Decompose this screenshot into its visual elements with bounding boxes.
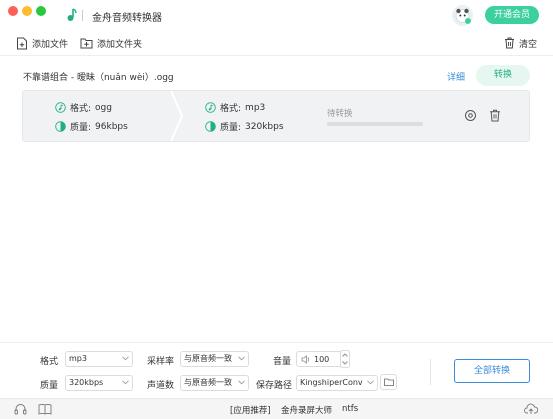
add-file-label: 添加文件 xyxy=(32,39,69,50)
book-icon[interactable] xyxy=(38,403,52,415)
quality-icon xyxy=(205,121,216,132)
source-format-label: 格式: xyxy=(70,104,92,114)
quality-label: 质量 xyxy=(40,381,59,391)
recommend-app-link[interactable]: 金舟录屏大师 xyxy=(281,404,332,416)
quality-icon xyxy=(55,121,66,132)
quality-select-value: 320kbps xyxy=(69,378,104,387)
status-text: 待转换 xyxy=(327,109,353,119)
source-quality-row: 质量: 96kbps xyxy=(55,120,128,133)
minimize-window-button[interactable] xyxy=(22,6,32,16)
target-quality-row[interactable]: 质量: 320kbps xyxy=(205,120,284,133)
volume-input[interactable]: 100 xyxy=(296,351,344,367)
output-settings-panel: 格式 mp3 质量 320kbps 采样率 与原音频一致 声道数 与原音频一致 … xyxy=(0,342,553,398)
format-select-value: mp3 xyxy=(69,354,87,363)
convert-all-button[interactable]: 全部转换 xyxy=(454,359,530,383)
target-format-row[interactable]: 格式: mp3 xyxy=(205,101,265,114)
footer-bar: [应用推荐] 金舟录屏大师 ntfs xyxy=(0,398,553,419)
savepath-select[interactable]: KingshiperConvert xyxy=(296,375,378,391)
source-format-value: ogg xyxy=(95,102,112,113)
format-select[interactable]: mp3 xyxy=(65,351,133,367)
target-quality-value: 320kbps xyxy=(245,121,284,132)
savepath-label: 保存路径 xyxy=(256,381,293,391)
target-format-value: mp3 xyxy=(245,102,266,113)
ntfs-link[interactable]: ntfs xyxy=(342,404,358,414)
speaker-icon xyxy=(301,354,311,364)
music-note-icon xyxy=(205,102,216,113)
format-label: 格式 xyxy=(40,357,59,367)
volume-stepper[interactable] xyxy=(340,350,350,368)
folder-icon xyxy=(383,378,394,386)
source-quality-value: 96kbps xyxy=(95,121,128,132)
volume-value: 100 xyxy=(314,354,330,364)
app-logo-icon xyxy=(66,8,78,22)
trash-icon xyxy=(504,37,515,49)
chevron-down-icon xyxy=(367,380,374,385)
settings-divider xyxy=(430,359,431,385)
convert-button[interactable]: 转换 xyxy=(476,65,530,86)
settings-gear-icon[interactable] xyxy=(464,109,477,122)
add-folder-button[interactable]: 添加文件夹 xyxy=(80,35,142,51)
vip-button[interactable]: 开通会员 xyxy=(485,6,539,24)
file-card: 格式: ogg 质量: 96kbps 格式: mp3 质量: 320kbps 待… xyxy=(22,90,530,142)
clear-label: 清空 xyxy=(519,39,538,50)
target-quality-label: 质量: xyxy=(220,123,242,133)
chevron-down-icon xyxy=(238,380,245,385)
file-name: 不靠谱组合 - 暧昧（nuǎn wèi）.ogg xyxy=(23,73,174,83)
source-panel: 格式: ogg 质量: 96kbps xyxy=(23,91,171,141)
add-file-icon xyxy=(16,37,28,50)
toolbar: 添加文件 添加文件夹 清空 xyxy=(0,30,553,56)
channels-label: 声道数 xyxy=(147,381,175,391)
samplerate-select[interactable]: 与原音频一致 xyxy=(180,351,249,367)
open-folder-button[interactable] xyxy=(380,374,397,390)
title-bar: 金舟音频转换器 开通会员 xyxy=(0,0,553,30)
delete-icon[interactable] xyxy=(489,109,501,122)
add-folder-icon xyxy=(80,37,93,49)
maximize-window-button[interactable] xyxy=(36,6,46,16)
source-quality-label: 质量: xyxy=(70,123,92,133)
quality-select[interactable]: 320kbps xyxy=(65,375,133,391)
cloud-upload-icon[interactable] xyxy=(524,403,538,415)
chevron-down-icon xyxy=(238,356,245,361)
savepath-select-value: KingshiperConvert xyxy=(300,378,363,387)
channels-select-value: 与原音频一致 xyxy=(184,378,232,387)
clear-button[interactable]: 清空 xyxy=(504,35,537,51)
user-avatar[interactable] xyxy=(452,5,473,26)
app-recommend-label: [应用推荐] xyxy=(230,406,271,416)
add-file-button[interactable]: 添加文件 xyxy=(16,35,68,51)
detail-link[interactable]: 详细 xyxy=(447,70,465,83)
title-divider xyxy=(82,10,83,21)
target-format-label: 格式: xyxy=(220,104,242,114)
music-note-icon xyxy=(55,102,66,113)
progress-bar xyxy=(327,122,423,126)
source-format-row: 格式: ogg xyxy=(55,101,112,114)
samplerate-select-value: 与原音频一致 xyxy=(184,354,232,363)
chevron-down-icon xyxy=(122,356,129,361)
samplerate-label: 采样率 xyxy=(147,357,175,367)
app-title: 金舟音频转换器 xyxy=(92,13,162,24)
volume-label: 音量 xyxy=(273,357,292,367)
headset-icon[interactable] xyxy=(14,403,27,415)
close-window-button[interactable] xyxy=(8,6,18,16)
add-folder-label: 添加文件夹 xyxy=(97,39,143,50)
channels-select[interactable]: 与原音频一致 xyxy=(180,375,249,391)
chevron-down-icon xyxy=(122,380,129,385)
conversion-arrow xyxy=(171,91,183,141)
